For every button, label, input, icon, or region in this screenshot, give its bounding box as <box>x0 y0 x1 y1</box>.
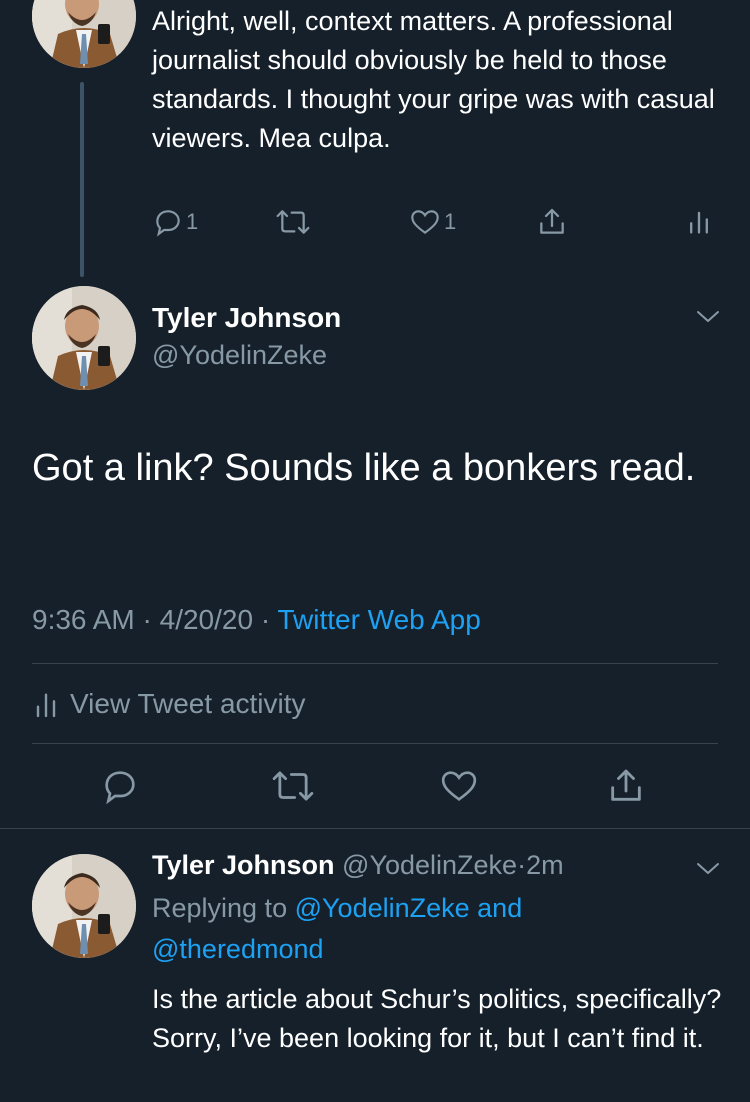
avatar[interactable] <box>32 0 136 68</box>
reply-button[interactable] <box>100 766 140 811</box>
meta-separator: · <box>260 604 271 635</box>
like-icon <box>411 210 439 234</box>
like-icon <box>441 771 477 801</box>
analytics-button[interactable] <box>686 206 712 238</box>
reply-count: 1 <box>186 209 199 234</box>
avatar-photo <box>32 286 136 390</box>
thread-line <box>80 82 84 277</box>
tweet-menu-button[interactable] <box>694 306 722 331</box>
reply-tweet-text: Is the article about Schur’s politics, s… <box>152 984 722 1053</box>
tweet-date: 4/20/20 <box>159 604 254 635</box>
chevron-down-icon <box>697 311 719 322</box>
main-tweet-text: Got a link? Sounds like a bonkers read. <box>32 447 696 489</box>
like-count: 1 <box>444 209 457 234</box>
retweet-button[interactable] <box>274 206 312 238</box>
share-icon <box>611 769 641 801</box>
like-button[interactable]: 1 <box>408 206 456 238</box>
chevron-down-icon <box>697 863 719 874</box>
reply-button[interactable]: 1 <box>152 206 198 238</box>
like-button[interactable] <box>438 766 480 811</box>
author-name[interactable]: Tyler Johnson <box>152 850 335 880</box>
reply-icon <box>105 771 135 805</box>
tweet-thread-page: Alright, well, context matters. A profes… <box>0 0 750 1102</box>
tweet-menu-button[interactable] <box>694 858 722 883</box>
share-button[interactable] <box>606 766 646 811</box>
view-tweet-activity-label: View Tweet activity <box>70 688 306 719</box>
share-button[interactable] <box>536 206 568 238</box>
reply-icon <box>156 210 180 237</box>
tweet-time: 9:36 AM <box>32 604 135 635</box>
author-handle[interactable]: @YodelinZeke <box>342 850 517 880</box>
share-icon <box>540 208 564 234</box>
view-tweet-activity-button[interactable]: View Tweet activity <box>32 684 306 724</box>
retweet-icon <box>276 210 310 234</box>
author-name[interactable]: Tyler Johnson <box>152 302 341 334</box>
replying-to-label: Replying to <box>152 893 288 923</box>
avatar-photo <box>32 854 136 958</box>
thread-tweet-text: Alright, well, context matters. A profes… <box>152 6 715 153</box>
tweet-meta: 9:36 AM · 4/20/20 · Twitter Web App <box>32 604 481 636</box>
retweet-icon <box>272 771 314 801</box>
avatar[interactable] <box>32 286 136 390</box>
replying-to-and: and <box>477 893 523 923</box>
tweet-source-link[interactable]: Twitter Web App <box>277 604 480 635</box>
meta-separator: · <box>142 604 152 635</box>
divider <box>32 663 718 664</box>
retweet-button[interactable] <box>270 766 316 811</box>
avatar-photo <box>32 0 136 68</box>
tweet-age: 2m <box>526 850 564 880</box>
thread-tweet-actions: 1 1 <box>150 206 720 246</box>
analytics-icon <box>36 693 56 718</box>
analytics-icon <box>690 211 708 234</box>
reply-tweet-header: Tyler Johnson @YodelinZeke·2m <box>152 850 564 881</box>
main-tweet-actions <box>0 766 750 810</box>
avatar[interactable] <box>32 854 136 958</box>
divider <box>32 743 718 744</box>
replying-to-user-link[interactable]: @theredmond <box>152 934 324 964</box>
replying-to-user-link[interactable]: @YodelinZeke <box>295 893 470 923</box>
replying-to: Replying to @YodelinZeke and @theredmond <box>152 888 712 970</box>
author-handle[interactable]: @YodelinZeke <box>152 340 327 371</box>
divider <box>0 828 750 829</box>
meta-separator: · <box>517 850 527 880</box>
